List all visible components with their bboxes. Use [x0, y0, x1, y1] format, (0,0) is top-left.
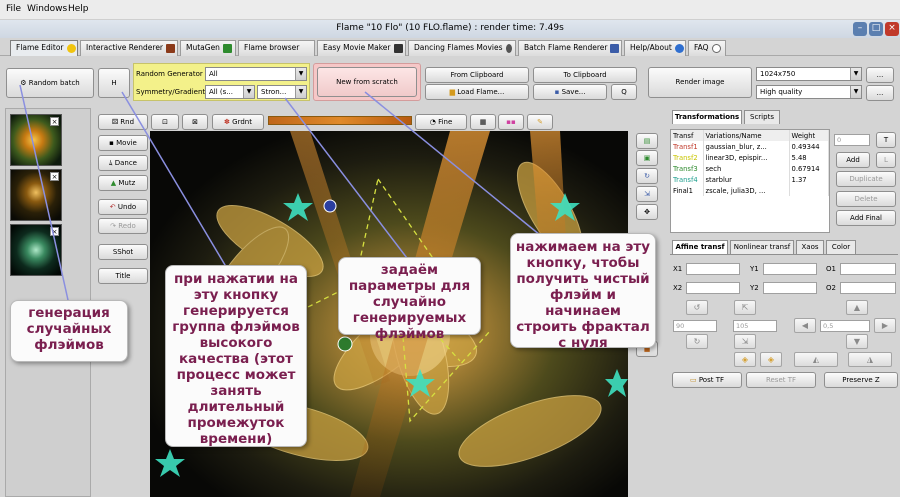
pointer-h — [121, 91, 229, 271]
pointer-scratch — [364, 91, 541, 236]
pointer-random — [19, 84, 69, 301]
callout-random-generation: генерация случайных флэймов — [10, 300, 128, 362]
pointer-params — [284, 97, 411, 263]
callout-params: задаём параметры для случайно генерируем… — [338, 257, 481, 342]
callout-new-from-scratch: нажимаем на эту кнопку, чтобы получить ч… — [510, 233, 656, 351]
callout-pointers — [19, 84, 541, 301]
callout-h-button: при нажатии на эту кнопку генерируется г… — [165, 265, 307, 447]
